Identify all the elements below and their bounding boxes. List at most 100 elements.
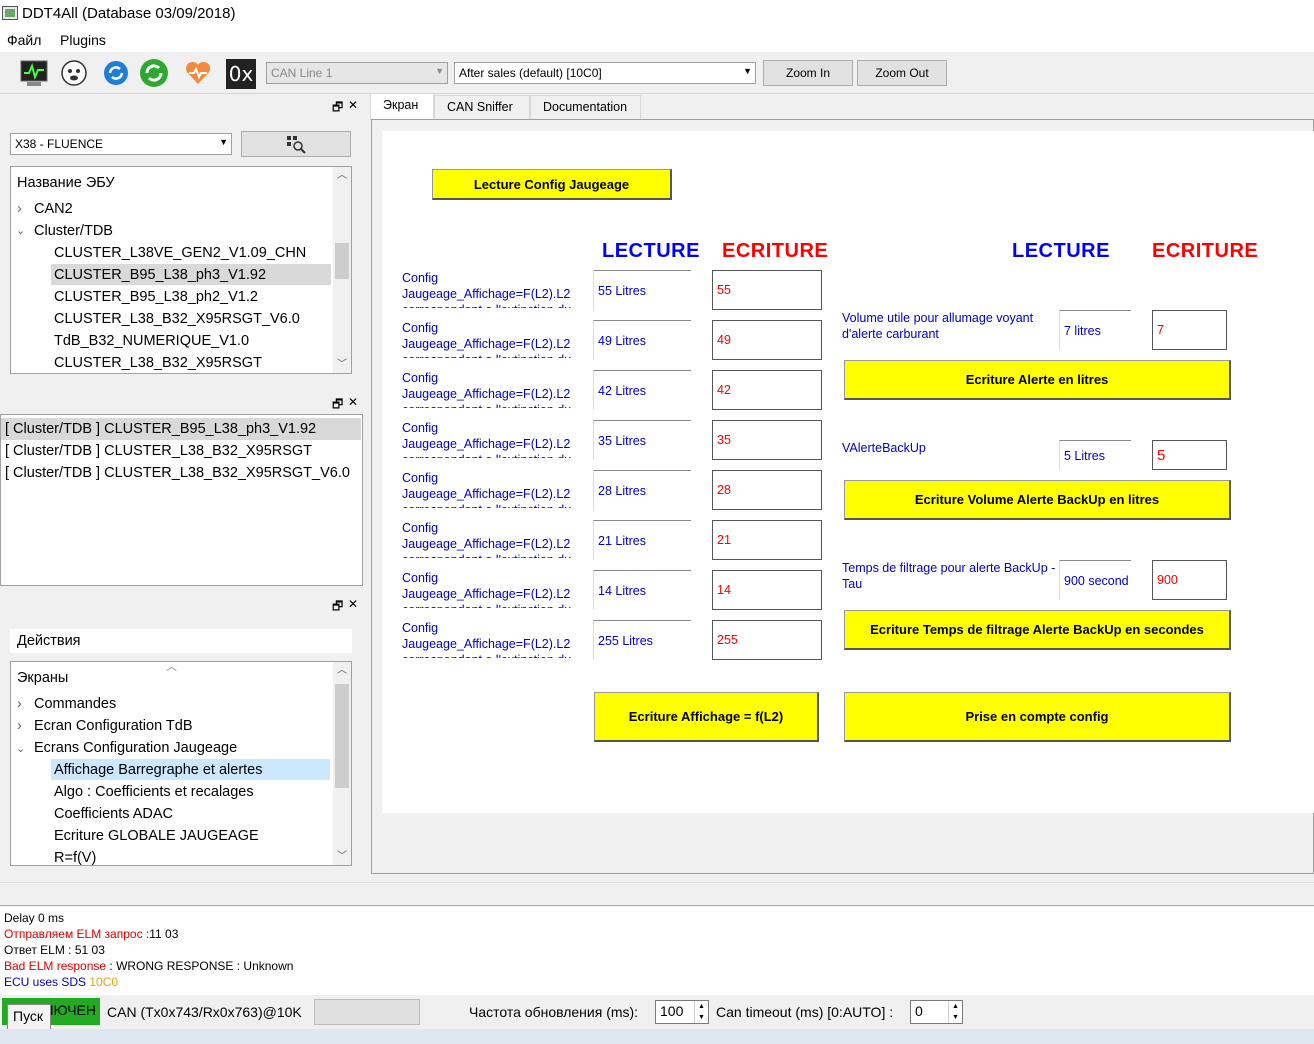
- backup-read-value: 5 Litres: [1059, 440, 1131, 470]
- config-row-read-value: 35 Litres: [593, 420, 691, 460]
- ecriture-temps-button[interactable]: Ecriture Temps de filtrage Alerte BackUp…: [844, 610, 1231, 650]
- dog-sniffer-icon[interactable]: [58, 57, 90, 89]
- actions-title: Действия: [17, 633, 81, 649]
- list-item[interactable]: [ Cluster/TDB ] CLUSTER_L38_B32_X95RSGT_…: [5, 465, 350, 481]
- lecture-header-right: LECTURE: [1012, 240, 1110, 262]
- refresh-icon[interactable]: [100, 57, 132, 89]
- timeout-spinbox[interactable]: 0 ▲ ▼: [910, 1000, 963, 1024]
- config-row-label-line: Config: [402, 521, 439, 535]
- screens-tree-scrollbar[interactable]: ︿ ﹀: [333, 662, 351, 865]
- session-select[interactable]: After sales (default) [10C0] ▼: [454, 62, 756, 84]
- tree-item-screen-selected[interactable]: Affichage Barregraphe et alertes: [54, 762, 263, 778]
- scroll-thumb[interactable]: [335, 684, 349, 788]
- tab-can-sniffer[interactable]: CAN Sniffer: [434, 95, 530, 119]
- config-row-write-input[interactable]: 55: [712, 270, 822, 310]
- log-request-label: Отправляем ELM запрос :: [4, 927, 150, 941]
- close-icon[interactable]: ✕: [348, 98, 358, 112]
- scroll-thumb[interactable]: [335, 243, 349, 279]
- config-row-label-line: correspondant a l'extinction du: [402, 502, 578, 508]
- prise-en-compte-button[interactable]: Prise en compte config: [844, 692, 1231, 742]
- config-row-label-line: correspondant a l'extinction du: [402, 652, 578, 658]
- config-row-label-line: correspondant a l'extinction du: [402, 352, 578, 358]
- green-refresh-icon[interactable]: [138, 57, 170, 89]
- ecriture-alerte-button[interactable]: Ecriture Alerte en litres: [844, 360, 1231, 400]
- ecu-tree-scrollbar[interactable]: ︿ ﹀: [333, 167, 351, 373]
- heartbeat-icon[interactable]: [182, 57, 214, 89]
- ecriture-affichage-button[interactable]: Ecriture Affichage = f(L2): [594, 692, 819, 742]
- tree-item-screen[interactable]: Ecriture GLOBALE JAUGEAGE: [54, 828, 259, 844]
- spin-arrows-icon[interactable]: ▲ ▼: [948, 1001, 962, 1023]
- menu-file[interactable]: Файл: [7, 32, 41, 48]
- start-button[interactable]: Пуск: [7, 1004, 51, 1030]
- monitor-icon[interactable]: [18, 57, 50, 89]
- status-empty-box: [314, 999, 420, 1025]
- tree-item-commandes[interactable]: Commandes: [34, 696, 116, 712]
- tree-item-ecu[interactable]: CLUSTER_L38_B32_X95RSGT: [54, 355, 262, 371]
- hex-0x-icon[interactable]: 0x: [226, 59, 256, 89]
- chevron-down-icon[interactable]: ⌄: [16, 742, 25, 755]
- zoom-in-button[interactable]: Zoom In: [763, 60, 853, 86]
- temps-write-input[interactable]: 900: [1152, 560, 1227, 600]
- config-row-label-line: Config: [402, 471, 439, 485]
- vehicle-select[interactable]: X38 - FLUENCE ▼: [10, 133, 232, 155]
- config-row-write-input[interactable]: 21: [712, 520, 822, 560]
- refresh-spinbox[interactable]: 100 ▲ ▼: [655, 1000, 709, 1024]
- ecriture-header-right: ECRITURE: [1152, 240, 1259, 262]
- scan-button[interactable]: [241, 131, 351, 157]
- list-item[interactable]: [ Cluster/TDB ] CLUSTER_B95_L38_ph3_V1.9…: [5, 421, 316, 437]
- config-row-read-value: 28 Litres: [593, 470, 691, 510]
- volume-write-input[interactable]: 7: [1152, 310, 1227, 350]
- float-icon[interactable]: 🗗: [332, 597, 343, 618]
- can-info: CAN (Tx0x743/Rx0x763)@10K: [107, 1004, 302, 1020]
- chevron-right-icon[interactable]: ›: [17, 696, 22, 712]
- menu-plugins[interactable]: Plugins: [60, 32, 106, 48]
- float-icon[interactable]: 🗗: [332, 395, 343, 416]
- backup-write-input[interactable]: 5: [1152, 440, 1227, 470]
- tree-item-ecu[interactable]: CLUSTER_L38_B32_X95RSGT_V6.0: [54, 311, 300, 327]
- tab-screen[interactable]: Экран: [370, 93, 434, 120]
- tab-documentation[interactable]: Documentation: [530, 95, 641, 119]
- config-row-label: Config Jaugeage_Affichage=F(L2).L2corresp…: [402, 570, 578, 608]
- chevron-down-icon[interactable]: ⌄: [16, 224, 25, 237]
- config-row-write-input[interactable]: 42: [712, 370, 822, 410]
- list-item[interactable]: [ Cluster/TDB ] CLUSTER_L38_B32_X95RSGT: [5, 443, 312, 459]
- config-row-write-input[interactable]: 255: [712, 620, 822, 660]
- config-row-label-line: Jaugeage_Affichage=F(L2).L2: [402, 537, 571, 551]
- tree-item-screen[interactable]: R=f(V): [54, 850, 96, 865]
- config-row-label-line: Jaugeage_Affichage=F(L2).L2: [402, 337, 571, 351]
- tree-item-cluster-tdb[interactable]: Cluster/TDB: [34, 223, 113, 239]
- close-icon[interactable]: ✕: [348, 597, 358, 611]
- tree-item-ecran-config[interactable]: Ecran Configuration TdB: [34, 718, 193, 734]
- scroll-down-icon[interactable]: ﹀: [333, 356, 351, 373]
- config-row-label: Config Jaugeage_Affichage=F(L2).L2corresp…: [402, 420, 578, 458]
- tree-item-ecu-selected[interactable]: CLUSTER_B95_L38_ph3_V1.92: [54, 267, 266, 283]
- config-row-label-line: Config: [402, 621, 439, 635]
- tree-item-ecrans-jaugeage[interactable]: Ecrans Configuration Jaugeage: [34, 740, 237, 756]
- chevron-right-icon[interactable]: ›: [17, 201, 22, 217]
- config-row-write-input[interactable]: 28: [712, 470, 822, 510]
- splitter[interactable]: [0, 882, 1314, 906]
- config-row-write-input[interactable]: 49: [712, 320, 822, 360]
- collapse-icon[interactable]: ︿: [166, 662, 177, 674]
- spin-arrows-icon[interactable]: ▲ ▼: [694, 1001, 708, 1023]
- tree-item-ecu[interactable]: CLUSTER_B95_L38_ph2_V1.2: [54, 289, 258, 305]
- config-row-label-line: Jaugeage_Affichage=F(L2).L2: [402, 387, 571, 401]
- config-row-write-input[interactable]: 35: [712, 420, 822, 460]
- config-row-read-value: 55 Litres: [593, 270, 691, 310]
- lecture-config-button[interactable]: Lecture Config Jaugeage: [432, 169, 672, 200]
- scroll-up-icon[interactable]: ︿: [333, 167, 351, 184]
- tree-item-screen[interactable]: Algo : Coefficients et recalages: [54, 784, 254, 800]
- tree-item-screen[interactable]: Coefficients ADAC: [54, 806, 173, 822]
- close-icon[interactable]: ✕: [348, 395, 358, 409]
- config-row-write-input[interactable]: 14: [712, 570, 822, 610]
- tree-item-can2[interactable]: CAN2: [34, 201, 73, 217]
- float-icon[interactable]: 🗗: [332, 98, 343, 119]
- tree-item-ecu[interactable]: CLUSTER_L38VE_GEN2_V1.09_CHN: [54, 245, 306, 261]
- chevron-right-icon[interactable]: ›: [17, 718, 22, 734]
- tree-item-ecu[interactable]: TdB_B32_NUMERIQUE_V1.0: [54, 333, 249, 349]
- ecriture-backup-button[interactable]: Ecriture Volume Alerte BackUp en litres: [844, 480, 1231, 520]
- scroll-up-icon[interactable]: ︿: [333, 662, 351, 679]
- scroll-down-icon[interactable]: ﹀: [333, 848, 351, 865]
- can-line-select[interactable]: CAN Line 1 ▼: [266, 62, 448, 84]
- zoom-out-button[interactable]: Zoom Out: [857, 60, 947, 86]
